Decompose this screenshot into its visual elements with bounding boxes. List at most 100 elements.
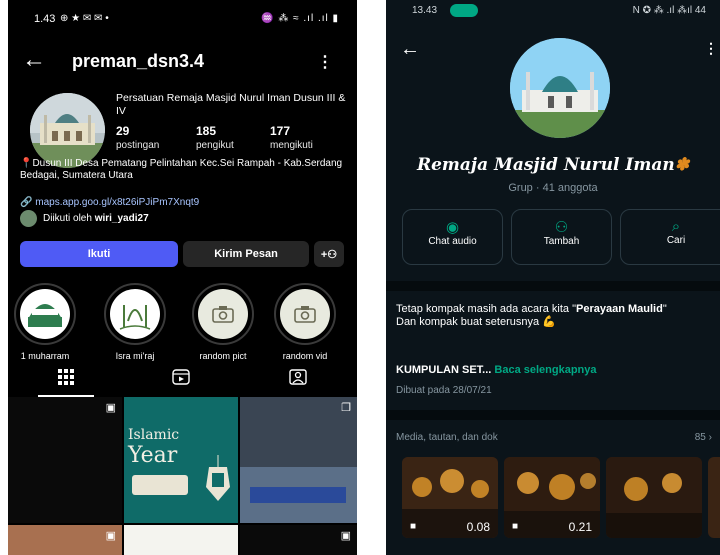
more-options-icon[interactable]: ⋮	[317, 52, 333, 72]
tagged-person-icon	[289, 369, 307, 385]
media-photo-thumbnail[interactable]	[606, 457, 702, 538]
status-time: 1.43	[34, 13, 56, 25]
reel-icon: ▣	[105, 530, 116, 542]
banner	[250, 487, 346, 503]
followed-by-text: Diikuti oleh wiri_yadi27	[43, 213, 149, 224]
action-label: Cari	[666, 235, 686, 246]
profile-link-text: maps.app.goo.gl/x8t26iPJiPm7Xnqt9	[35, 197, 200, 208]
group-name-text: Remaja Masjid Nurul Iman	[416, 155, 675, 175]
video-duration: 0.08	[466, 520, 490, 534]
post-text-islamic: Islamic	[128, 427, 180, 443]
post-thumbnail[interactable]: ▣	[8, 397, 122, 523]
media-thumbnail-partial[interactable]	[708, 457, 720, 538]
chat-audio-icon: ◉	[445, 219, 460, 236]
profile-avatar[interactable]	[30, 93, 105, 168]
section-divider	[386, 410, 720, 420]
reels-icon	[172, 369, 190, 385]
search-icon: ⌕	[671, 218, 681, 235]
followed-by[interactable]: Diikuti oleh wiri_yadi27	[20, 210, 149, 227]
follow-button[interactable]: Ikuti	[20, 241, 178, 267]
post-thumbnail[interactable]	[124, 525, 238, 555]
following-count[interactable]: 177	[270, 124, 290, 138]
media-count[interactable]: 85 ›	[695, 432, 712, 443]
add-member-button[interactable]: ⚇ Tambah	[511, 209, 612, 265]
video-duration: 0.21	[568, 520, 592, 534]
read-more-link[interactable]: Baca selengkapnya	[494, 364, 596, 376]
highlight-1-muharram[interactable]: 1 muharram	[14, 283, 76, 361]
reel-icon: ▣	[105, 402, 116, 414]
posts-count[interactable]: 29	[116, 124, 129, 138]
media-section-label[interactable]: Media, tautan, dan dok	[396, 432, 498, 443]
link-icon: 🔗	[20, 197, 33, 208]
status-system-icons: N ✪ ⁂ .ıl ⁂ıl 44	[632, 5, 706, 16]
section-divider	[386, 281, 720, 291]
profile-username: preman_dsn3.4	[72, 51, 205, 71]
desc-suffix: "	[662, 303, 667, 315]
group-avatar[interactable]	[510, 38, 610, 138]
search-button[interactable]: ⌕ Cari	[620, 209, 720, 265]
highlight-isra-miraj[interactable]: Isra mi'raj	[104, 283, 166, 361]
action-label: Tambah	[543, 236, 580, 247]
isra-miraj-cover-icon	[119, 305, 151, 330]
message-button[interactable]: Kirim Pesan	[183, 241, 309, 267]
reel-icon: ▣	[340, 530, 351, 542]
profile-bio: 📍Dusun III Desa Pematang Pelintahan Kec.…	[20, 158, 343, 181]
follower-avatar	[20, 210, 37, 227]
chat-audio-button[interactable]: ◉ Chat audio	[402, 209, 503, 265]
followed-by-user: wiri_yadi27	[94, 213, 149, 224]
post-caption-box	[132, 475, 188, 495]
post-thumbnail[interactable]: Islamic Year	[124, 397, 238, 523]
status-bar: 1.43 ⊕ ★ ✉ ✉ • ♒ ⁂ ≈ .ıl .ıl ▮	[8, 0, 357, 34]
post-text-year: Year	[128, 443, 178, 468]
grid-icon	[58, 369, 74, 385]
camera-icon	[294, 306, 316, 323]
mosque-photo	[510, 38, 610, 138]
followers-count[interactable]: 185	[196, 124, 216, 138]
desc-line2: Dan kompak buat seterusnya 💪	[396, 316, 556, 328]
whatsapp-group-info-screen: 13.43 N ✪ ⁂ .ıl ⁂ıl 44 ← ⋮ Remaja Masjid…	[386, 0, 720, 555]
back-arrow-icon[interactable]: ←	[400, 38, 420, 61]
highlight-label: 1 muharram	[20, 351, 70, 361]
highlight-label: Isra mi'raj	[115, 351, 155, 361]
status-notification-icons: ⊕ ★ ✉ ✉ •	[60, 13, 109, 24]
tab-grid[interactable]	[38, 365, 94, 397]
group-description[interactable]: Tetap kompak masih ada acara kita "Peray…	[396, 303, 714, 329]
chevron-right-icon: ›	[708, 432, 712, 443]
created-date: Dibuat pada 28/07/21	[396, 385, 492, 396]
maple-leaf-icon: ✽	[674, 155, 689, 175]
post-thumbnail[interactable]: ▣	[8, 525, 122, 555]
kumpulan-text: KUMPULAN SET...	[396, 364, 492, 376]
desc-prefix: Tetap kompak masih ada acara kita "	[396, 303, 576, 315]
description-more[interactable]: KUMPULAN SET... Baca selengkapnya	[396, 364, 597, 376]
carousel-icon: ❐	[341, 402, 351, 414]
post-thumbnail[interactable]: ❐	[240, 397, 357, 523]
add-person-icon: ⚇	[554, 219, 569, 236]
group-name: Remaja Masjid Nurul Iman✽	[386, 155, 720, 175]
group-subtitle: Grup · 41 anggota	[508, 182, 598, 194]
back-arrow-icon[interactable]: ←	[22, 48, 46, 72]
instagram-profile-screen: 1.43 ⊕ ★ ✉ ✉ • ♒ ⁂ ≈ .ıl .ıl ▮ ← preman_…	[8, 0, 357, 555]
post-thumbnail[interactable]: ▣	[240, 525, 357, 555]
profile-link[interactable]: 🔗 maps.app.goo.gl/x8t26iPJiPm7Xnqt9	[20, 197, 199, 208]
followed-by-prefix: Diikuti oleh	[43, 213, 95, 224]
status-bar: 13.43 N ✪ ⁂ .ıl ⁂ıl 44	[386, 0, 720, 24]
profile-tabs	[8, 365, 357, 397]
video-icon: ■	[512, 521, 519, 532]
highlight-random-vid[interactable]: random vid	[274, 283, 336, 361]
status-time: 13.43	[412, 5, 438, 16]
media-count-value: 85	[694, 432, 706, 443]
tab-tagged[interactable]	[270, 365, 326, 395]
highlight-label: random pict	[199, 351, 247, 361]
media-video-thumbnail[interactable]: ■ 0.21	[504, 457, 600, 538]
desc-bold: Perayaan Maulid	[576, 303, 663, 315]
more-options-icon[interactable]: ⋮	[704, 40, 718, 57]
video-icon: ■	[410, 521, 417, 532]
media-video-thumbnail[interactable]: ■ 0.08	[402, 457, 498, 538]
highlight-label: random vid	[282, 351, 328, 361]
following-label: mengikuti	[270, 140, 313, 151]
profile-display-name: Persatuan Remaja Masjid Nurul Iman Dusun…	[116, 92, 346, 117]
tab-reels[interactable]	[153, 365, 209, 395]
crowd-torch-photo	[606, 457, 702, 538]
add-person-icon[interactable]: +⚇	[314, 241, 344, 267]
highlight-random-pict[interactable]: random pict	[192, 283, 254, 361]
